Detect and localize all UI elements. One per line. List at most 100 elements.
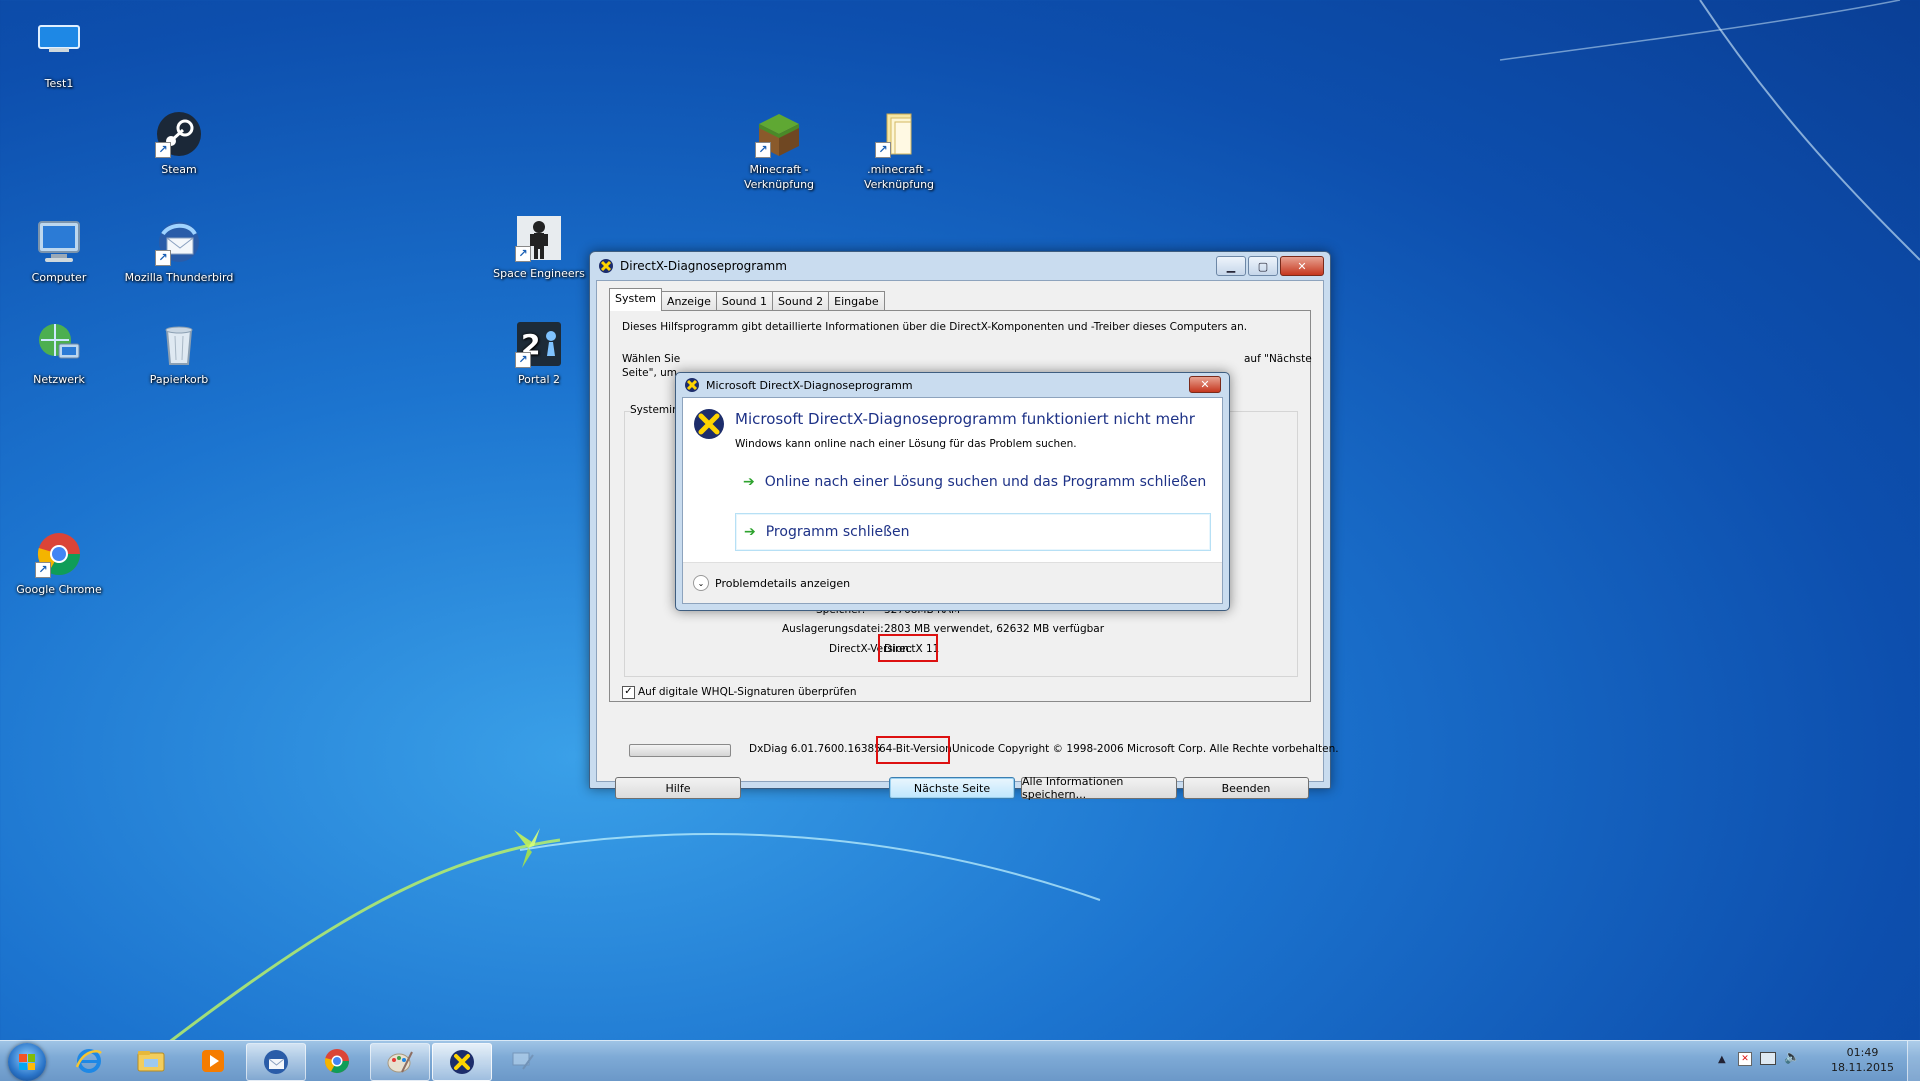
desktop-icon-space-engineers[interactable]: ↗ Space Engineers xyxy=(484,214,594,281)
explorer-icon xyxy=(137,1051,165,1072)
close-button[interactable]: ✕ xyxy=(1280,256,1324,276)
chevron-down-icon: ⌄ xyxy=(693,575,709,591)
exit-button[interactable]: Beenden xyxy=(1183,777,1309,799)
volume-icon[interactable]: 🔈 xyxy=(1784,1050,1800,1065)
taskbar-internet-explorer[interactable] xyxy=(60,1043,118,1079)
tab-anzeige[interactable]: Anzeige xyxy=(661,291,717,311)
system-tray: ▲ ✕ 🔈 01:49 18.11.2015 xyxy=(1700,1041,1920,1081)
highlight-64bit xyxy=(876,736,950,764)
shortcut-arrow-icon: ↗ xyxy=(515,246,531,262)
internet-explorer-icon xyxy=(75,1049,102,1073)
network-app-icon xyxy=(512,1052,534,1070)
taskbar-media-player[interactable] xyxy=(184,1043,242,1079)
group-label: Systemin xyxy=(630,404,681,416)
dxdiag-icon xyxy=(685,378,699,392)
desktop-icon-minecraft[interactable]: ↗ Minecraft - Verknüpfung xyxy=(724,110,834,192)
desktop-icon-network[interactable]: Netzwerk xyxy=(4,320,114,387)
desktop-icon-minecraft-folder[interactable]: ↗ .minecraft - Verknüpfung xyxy=(844,110,954,192)
computer-icon xyxy=(35,218,83,266)
error-close-button[interactable]: ✕ xyxy=(1189,376,1221,393)
desktop-icon-test1[interactable]: Test1 xyxy=(4,24,114,91)
select-text-start: Wählen Sie xyxy=(622,353,681,365)
dxdiag-titlebar[interactable]: DirectX-Diagnoseprogramm ▁ ▢ ✕ xyxy=(590,252,1330,280)
save-all-button[interactable]: Alle Informationen speichern... xyxy=(1021,775,1177,801)
minimize-button[interactable]: ▁ xyxy=(1216,256,1246,276)
tab-system[interactable]: System xyxy=(609,288,663,311)
highlight-directx-version xyxy=(878,634,938,662)
chrome-icon xyxy=(325,1049,349,1074)
desktop-icon-label: .minecraft - Verknüpfung xyxy=(863,163,935,191)
space-engineers-icon: ↗ xyxy=(515,214,563,262)
maximize-icon: ▢ xyxy=(1257,259,1269,273)
help-button[interactable]: Hilfe xyxy=(615,777,741,799)
dxdiag-tabs: System Anzeige Sound 1 Sound 2 Eingabe xyxy=(609,288,885,311)
problem-details-toggle[interactable]: ⌄ Problemdetails anzeigen xyxy=(693,575,850,591)
next-page-button[interactable]: Nächste Seite xyxy=(889,777,1015,799)
pagefile-label: Auslagerungsdatei: xyxy=(782,623,884,635)
windows-logo-icon xyxy=(19,1054,35,1070)
steam-icon: ↗ xyxy=(155,110,203,158)
tab-sound2[interactable]: Sound 2 xyxy=(772,291,830,311)
tab-eingabe[interactable]: Eingabe xyxy=(828,291,885,311)
taskbar-explorer[interactable] xyxy=(122,1043,180,1079)
taskbar-dxdiag[interactable] xyxy=(432,1043,492,1081)
whql-label: Auf digitale WHQL-Signaturen überprüfen xyxy=(638,686,857,698)
desktop-icon-recycle-bin[interactable]: Papierkorb xyxy=(124,320,234,387)
error-subtext: Windows kann online nach einer Lösung fü… xyxy=(735,438,1077,450)
desktop-icon-portal2[interactable]: 2 ↗ Portal 2 xyxy=(484,320,594,387)
desktop-icon-label: Netzwerk xyxy=(33,373,85,386)
close-program-label: Programm schließen xyxy=(765,524,910,540)
error-dialog-titlebar[interactable]: Microsoft DirectX-Diagnoseprogramm ✕ xyxy=(676,373,1229,397)
error-dialog-body: Microsoft DirectX-Diagnoseprogramm funkt… xyxy=(682,397,1223,604)
desktop-icon-label: Portal 2 xyxy=(517,373,561,386)
desktop-icon-steam[interactable]: ↗ Steam xyxy=(124,110,234,177)
network-icon xyxy=(35,320,83,368)
close-program-option[interactable]: ➔ Programm schließen xyxy=(735,513,1211,551)
tray-overflow-icon[interactable]: ▲ xyxy=(1718,1054,1726,1065)
green-arrow-icon: ➔ xyxy=(743,474,755,490)
desktop-icon-label: Computer xyxy=(31,271,87,284)
show-desktop-button[interactable] xyxy=(1907,1041,1920,1081)
error-dialog-title: Microsoft DirectX-Diagnoseprogramm xyxy=(706,378,913,392)
select-text-line2: Seite", um xyxy=(622,367,678,379)
taskbar-paint[interactable] xyxy=(370,1043,430,1081)
error-heading: Microsoft DirectX-Diagnoseprogramm funkt… xyxy=(735,410,1195,428)
thunderbird-icon: ↗ xyxy=(155,218,203,266)
desktop-icon-label: Steam xyxy=(161,163,197,176)
start-button[interactable] xyxy=(8,1043,46,1081)
tab-sound1[interactable]: Sound 1 xyxy=(715,291,774,311)
dxdiag-title: DirectX-Diagnoseprogramm xyxy=(620,259,787,273)
desktop-icon-thunderbird[interactable]: ↗ Mozilla Thunderbird xyxy=(124,218,234,285)
desktop-icon-label: Mozilla Thunderbird xyxy=(124,271,234,284)
minimize-icon: ▁ xyxy=(1226,259,1236,273)
shortcut-arrow-icon: ↗ xyxy=(755,142,771,158)
close-icon: ✕ xyxy=(1297,259,1307,273)
network-tray-icon[interactable] xyxy=(1760,1052,1776,1065)
clock[interactable]: 01:49 18.11.2015 xyxy=(1831,1045,1894,1075)
whql-checkbox[interactable]: ✓ xyxy=(622,686,635,699)
shortcut-arrow-icon: ↗ xyxy=(155,142,171,158)
action-center-icon[interactable]: ✕ xyxy=(1738,1052,1752,1066)
shortcut-arrow-icon: ↗ xyxy=(875,142,891,158)
online-solution-option[interactable]: ➔ Online nach einer Lösung suchen und da… xyxy=(735,464,1206,500)
desktop-icon-chrome[interactable]: ↗ Google Chrome xyxy=(4,530,114,597)
taskbar-network-app[interactable] xyxy=(494,1043,552,1079)
maximize-button[interactable]: ▢ xyxy=(1248,256,1278,276)
monitor-icon xyxy=(35,24,83,72)
version-prefix: DxDiag 6.01.7600.16385 xyxy=(749,743,881,755)
recycle-bin-icon xyxy=(155,320,203,368)
version-suffix: Unicode Copyright © 1998-2006 Microsoft … xyxy=(952,743,1339,755)
error-dialog-footer: ⌄ Problemdetails anzeigen xyxy=(683,562,1222,603)
desktop-icon-computer[interactable]: Computer xyxy=(4,218,114,285)
portal2-icon: 2 ↗ xyxy=(515,320,563,368)
online-solution-label: Online nach einer Lösung suchen und das … xyxy=(764,474,1207,490)
clock-time: 01:49 xyxy=(1846,1046,1879,1059)
dxdiag-large-icon xyxy=(694,409,724,439)
desktop-icon-label: Test1 xyxy=(44,77,74,90)
taskbar-chrome[interactable] xyxy=(308,1043,366,1079)
taskbar-thunderbird[interactable] xyxy=(246,1043,306,1081)
minecraft-icon: ↗ xyxy=(755,110,803,158)
select-text-end: auf "Nächste xyxy=(1244,353,1312,365)
folder-icon: ↗ xyxy=(875,110,923,158)
error-dialog[interactable]: Microsoft DirectX-Diagnoseprogramm ✕ Mic… xyxy=(675,372,1230,611)
